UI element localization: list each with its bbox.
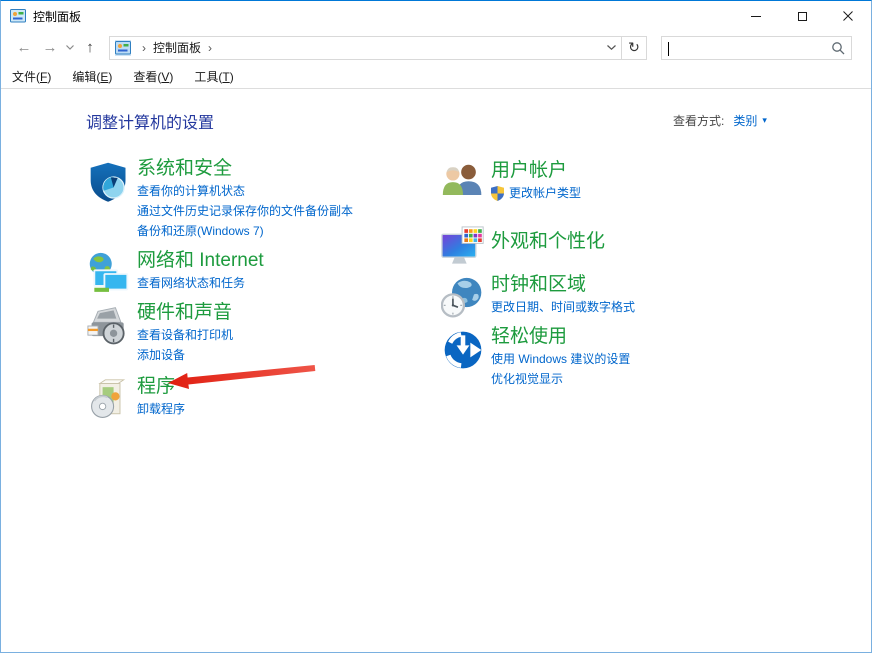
category-title-ease-of-access[interactable]: 轻松使用 <box>491 325 630 349</box>
category-system-security: 系统和安全 查看你的计算机状态 通过文件历史记录保存你的文件备份副本 备份和还原… <box>87 157 353 241</box>
minimize-icon <box>751 16 761 17</box>
category-title-system-security[interactable]: 系统和安全 <box>137 157 353 181</box>
link-backup-restore-win7[interactable]: 备份和还原(Windows 7) <box>137 221 353 241</box>
breadcrumb-item-control-panel[interactable]: 控制面板 <box>153 39 201 56</box>
control-panel-icon <box>10 8 26 24</box>
link-suggested-settings[interactable]: 使用 Windows 建议的设置 <box>491 349 630 369</box>
address-dropdown-button[interactable] <box>601 37 621 59</box>
ease-of-access-icon[interactable] <box>441 327 485 373</box>
security-shield-icon[interactable] <box>87 159 131 205</box>
link-uninstall-program[interactable]: 卸载程序 <box>137 399 185 419</box>
link-file-history-backup[interactable]: 通过文件历史记录保存你的文件备份副本 <box>137 201 353 221</box>
link-change-date-time-format[interactable]: 更改日期、时间或数字格式 <box>491 297 635 317</box>
category-hardware-sound: 硬件和声音 查看设备和打印机 添加设备 <box>87 301 233 365</box>
view-by-dropdown[interactable]: 类别 <box>733 112 757 129</box>
category-user-accounts: 用户帐户 更改帐户类型 <box>441 159 581 207</box>
search-button[interactable] <box>825 41 851 55</box>
category-ease-of-access: 轻松使用 使用 Windows 建议的设置 优化视觉显示 <box>441 325 630 389</box>
link-add-device[interactable]: 添加设备 <box>137 345 233 365</box>
navigation-bar: ← → ↑ › 控制面板 › <box>1 31 871 64</box>
page-title: 调整计算机的设置 <box>86 109 214 133</box>
chevron-down-icon <box>607 45 616 50</box>
close-button[interactable] <box>825 1 871 31</box>
breadcrumb-separator-icon[interactable]: › <box>208 41 212 55</box>
maximize-button[interactable] <box>779 1 825 31</box>
category-title-hardware-sound[interactable]: 硬件和声音 <box>137 301 233 325</box>
chevron-down-icon <box>66 45 74 50</box>
menu-bar: 文件(F) 编辑(E) 查看(V) 工具(T) <box>1 64 871 89</box>
network-internet-icon[interactable] <box>87 251 131 297</box>
minimize-button[interactable] <box>733 1 779 31</box>
uac-shield-icon <box>491 186 504 201</box>
window-title: 控制面板 <box>33 8 81 25</box>
back-button[interactable]: ← <box>11 39 37 56</box>
dropdown-arrow-icon[interactable]: ▾ <box>762 115 767 126</box>
address-bar[interactable]: › 控制面板 › ↻ <box>109 36 647 60</box>
category-title-programs[interactable]: 程序 <box>137 375 185 399</box>
link-change-account-type[interactable]: 更改帐户类型 <box>491 183 581 203</box>
main-content: 调整计算机的设置 查看方式: 类别 ▾ 系统和安全 查看你的计 <box>1 90 871 652</box>
category-title-user-accounts[interactable]: 用户帐户 <box>491 159 581 183</box>
title-bar: 控制面板 <box>1 1 871 31</box>
view-by-label: 查看方式: <box>673 112 724 129</box>
control-panel-icon <box>115 40 131 56</box>
programs-icon[interactable] <box>87 377 131 423</box>
maximize-icon <box>798 12 807 21</box>
close-icon <box>843 11 853 21</box>
user-accounts-icon[interactable] <box>441 161 485 207</box>
search-box <box>661 36 852 60</box>
forward-button[interactable]: → <box>37 39 63 56</box>
window-controls <box>733 1 871 31</box>
refresh-button[interactable]: ↻ <box>621 37 646 59</box>
menu-edit[interactable]: 编辑(E) <box>72 68 112 85</box>
menu-file[interactable]: 文件(F) <box>12 68 51 85</box>
link-view-network-status[interactable]: 查看网络状态和任务 <box>137 273 264 293</box>
search-input[interactable] <box>662 37 825 59</box>
up-button[interactable]: ↑ <box>77 39 103 56</box>
link-view-computer-status[interactable]: 查看你的计算机状态 <box>137 181 353 201</box>
link-view-devices-printers[interactable]: 查看设备和打印机 <box>137 325 233 345</box>
hardware-sound-icon[interactable] <box>87 303 131 349</box>
category-appearance-personalization: 外观和个性化 <box>441 223 605 271</box>
link-optimize-visual-display[interactable]: 优化视觉显示 <box>491 369 630 389</box>
text-cursor <box>668 42 669 56</box>
search-icon <box>831 41 845 55</box>
menu-view[interactable]: 查看(V) <box>133 68 173 85</box>
category-title-network-internet[interactable]: 网络和 Internet <box>137 249 264 273</box>
view-by-control: 查看方式: 类别 ▾ <box>673 112 767 129</box>
category-programs: 程序 卸载程序 <box>87 375 185 423</box>
appearance-personalization-icon[interactable] <box>441 225 485 271</box>
breadcrumb: › 控制面板 › <box>110 37 601 59</box>
clock-region-icon[interactable] <box>441 275 485 321</box>
recent-pages-button[interactable] <box>63 45 77 50</box>
category-network-internet: 网络和 Internet 查看网络状态和任务 <box>87 249 264 297</box>
category-title-clock-region[interactable]: 时钟和区域 <box>491 273 635 297</box>
category-title-appearance[interactable]: 外观和个性化 <box>491 230 605 254</box>
menu-tools[interactable]: 工具(T) <box>194 68 233 85</box>
category-clock-region: 时钟和区域 更改日期、时间或数字格式 <box>441 273 635 321</box>
control-panel-window: 控制面板 ← → ↑ <box>0 0 872 653</box>
breadcrumb-separator-icon[interactable]: › <box>142 41 146 55</box>
